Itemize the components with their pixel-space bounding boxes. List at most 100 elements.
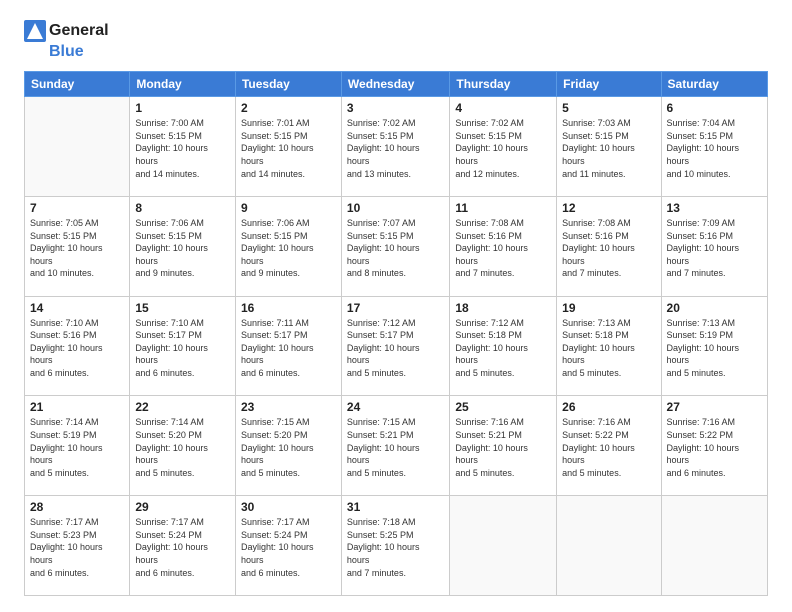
day-cell: 1 Sunrise: 7:00 AMSunset: 5:15 PMDayligh… bbox=[130, 97, 236, 197]
day-info: Sunrise: 7:13 AMSunset: 5:19 PMDaylight:… bbox=[667, 317, 762, 380]
day-header-monday: Monday bbox=[130, 72, 236, 97]
day-number: 26 bbox=[562, 400, 655, 414]
logo-blue: Blue bbox=[49, 42, 84, 61]
day-number: 27 bbox=[667, 400, 762, 414]
day-info: Sunrise: 7:00 AMSunset: 5:15 PMDaylight:… bbox=[135, 117, 230, 180]
day-cell: 14 Sunrise: 7:10 AMSunset: 5:16 PMDaylig… bbox=[25, 296, 130, 396]
day-number: 9 bbox=[241, 201, 336, 215]
day-info: Sunrise: 7:05 AMSunset: 5:15 PMDaylight:… bbox=[30, 217, 124, 280]
day-number: 17 bbox=[347, 301, 444, 315]
day-cell: 3 Sunrise: 7:02 AMSunset: 5:15 PMDayligh… bbox=[341, 97, 449, 197]
day-cell: 4 Sunrise: 7:02 AMSunset: 5:15 PMDayligh… bbox=[450, 97, 557, 197]
day-cell: 7 Sunrise: 7:05 AMSunset: 5:15 PMDayligh… bbox=[25, 196, 130, 296]
day-info: Sunrise: 7:13 AMSunset: 5:18 PMDaylight:… bbox=[562, 317, 655, 380]
day-number: 11 bbox=[455, 201, 551, 215]
day-cell: 28 Sunrise: 7:17 AMSunset: 5:23 PMDaylig… bbox=[25, 496, 130, 596]
day-info: Sunrise: 7:08 AMSunset: 5:16 PMDaylight:… bbox=[562, 217, 655, 280]
week-row-4: 28 Sunrise: 7:17 AMSunset: 5:23 PMDaylig… bbox=[25, 496, 768, 596]
day-cell: 29 Sunrise: 7:17 AMSunset: 5:24 PMDaylig… bbox=[130, 496, 236, 596]
day-number: 6 bbox=[667, 101, 762, 115]
day-header-wednesday: Wednesday bbox=[341, 72, 449, 97]
day-info: Sunrise: 7:15 AMSunset: 5:21 PMDaylight:… bbox=[347, 416, 444, 479]
day-info: Sunrise: 7:17 AMSunset: 5:24 PMDaylight:… bbox=[241, 516, 336, 579]
logo-general: General bbox=[49, 21, 109, 40]
day-cell: 25 Sunrise: 7:16 AMSunset: 5:21 PMDaylig… bbox=[450, 396, 557, 496]
day-header-sunday: Sunday bbox=[25, 72, 130, 97]
day-number: 22 bbox=[135, 400, 230, 414]
days-header-row: SundayMondayTuesdayWednesdayThursdayFrid… bbox=[25, 72, 768, 97]
day-cell: 15 Sunrise: 7:10 AMSunset: 5:17 PMDaylig… bbox=[130, 296, 236, 396]
logo: General Blue bbox=[24, 20, 109, 61]
day-info: Sunrise: 7:04 AMSunset: 5:15 PMDaylight:… bbox=[667, 117, 762, 180]
day-cell: 8 Sunrise: 7:06 AMSunset: 5:15 PMDayligh… bbox=[130, 196, 236, 296]
day-info: Sunrise: 7:10 AMSunset: 5:17 PMDaylight:… bbox=[135, 317, 230, 380]
day-cell: 5 Sunrise: 7:03 AMSunset: 5:15 PMDayligh… bbox=[557, 97, 661, 197]
day-cell: 11 Sunrise: 7:08 AMSunset: 5:16 PMDaylig… bbox=[450, 196, 557, 296]
day-number: 2 bbox=[241, 101, 336, 115]
day-header-friday: Friday bbox=[557, 72, 661, 97]
day-info: Sunrise: 7:09 AMSunset: 5:16 PMDaylight:… bbox=[667, 217, 762, 280]
day-info: Sunrise: 7:11 AMSunset: 5:17 PMDaylight:… bbox=[241, 317, 336, 380]
day-info: Sunrise: 7:02 AMSunset: 5:15 PMDaylight:… bbox=[455, 117, 551, 180]
calendar-table: SundayMondayTuesdayWednesdayThursdayFrid… bbox=[24, 71, 768, 596]
day-number: 19 bbox=[562, 301, 655, 315]
day-cell: 9 Sunrise: 7:06 AMSunset: 5:15 PMDayligh… bbox=[235, 196, 341, 296]
day-info: Sunrise: 7:06 AMSunset: 5:15 PMDaylight:… bbox=[241, 217, 336, 280]
day-cell: 26 Sunrise: 7:16 AMSunset: 5:22 PMDaylig… bbox=[557, 396, 661, 496]
day-cell: 10 Sunrise: 7:07 AMSunset: 5:15 PMDaylig… bbox=[341, 196, 449, 296]
day-info: Sunrise: 7:01 AMSunset: 5:15 PMDaylight:… bbox=[241, 117, 336, 180]
day-cell: 30 Sunrise: 7:17 AMSunset: 5:24 PMDaylig… bbox=[235, 496, 341, 596]
day-info: Sunrise: 7:17 AMSunset: 5:23 PMDaylight:… bbox=[30, 516, 124, 579]
day-cell: 21 Sunrise: 7:14 AMSunset: 5:19 PMDaylig… bbox=[25, 396, 130, 496]
day-number: 16 bbox=[241, 301, 336, 315]
day-cell: 22 Sunrise: 7:14 AMSunset: 5:20 PMDaylig… bbox=[130, 396, 236, 496]
week-row-3: 21 Sunrise: 7:14 AMSunset: 5:19 PMDaylig… bbox=[25, 396, 768, 496]
day-number: 21 bbox=[30, 400, 124, 414]
day-cell: 17 Sunrise: 7:12 AMSunset: 5:17 PMDaylig… bbox=[341, 296, 449, 396]
day-number: 1 bbox=[135, 101, 230, 115]
day-info: Sunrise: 7:08 AMSunset: 5:16 PMDaylight:… bbox=[455, 217, 551, 280]
day-info: Sunrise: 7:15 AMSunset: 5:20 PMDaylight:… bbox=[241, 416, 336, 479]
day-number: 28 bbox=[30, 500, 124, 514]
day-info: Sunrise: 7:17 AMSunset: 5:24 PMDaylight:… bbox=[135, 516, 230, 579]
day-cell: 20 Sunrise: 7:13 AMSunset: 5:19 PMDaylig… bbox=[661, 296, 767, 396]
week-row-0: 1 Sunrise: 7:00 AMSunset: 5:15 PMDayligh… bbox=[25, 97, 768, 197]
day-number: 15 bbox=[135, 301, 230, 315]
day-cell: 23 Sunrise: 7:15 AMSunset: 5:20 PMDaylig… bbox=[235, 396, 341, 496]
day-number: 24 bbox=[347, 400, 444, 414]
day-number: 7 bbox=[30, 201, 124, 215]
day-info: Sunrise: 7:14 AMSunset: 5:19 PMDaylight:… bbox=[30, 416, 124, 479]
day-cell: 2 Sunrise: 7:01 AMSunset: 5:15 PMDayligh… bbox=[235, 97, 341, 197]
day-info: Sunrise: 7:07 AMSunset: 5:15 PMDaylight:… bbox=[347, 217, 444, 280]
day-number: 5 bbox=[562, 101, 655, 115]
day-number: 13 bbox=[667, 201, 762, 215]
day-cell: 24 Sunrise: 7:15 AMSunset: 5:21 PMDaylig… bbox=[341, 396, 449, 496]
day-cell bbox=[25, 97, 130, 197]
day-cell bbox=[661, 496, 767, 596]
day-number: 8 bbox=[135, 201, 230, 215]
day-number: 23 bbox=[241, 400, 336, 414]
day-number: 31 bbox=[347, 500, 444, 514]
day-number: 4 bbox=[455, 101, 551, 115]
day-info: Sunrise: 7:14 AMSunset: 5:20 PMDaylight:… bbox=[135, 416, 230, 479]
day-number: 3 bbox=[347, 101, 444, 115]
day-number: 12 bbox=[562, 201, 655, 215]
day-number: 18 bbox=[455, 301, 551, 315]
day-cell: 12 Sunrise: 7:08 AMSunset: 5:16 PMDaylig… bbox=[557, 196, 661, 296]
day-cell: 18 Sunrise: 7:12 AMSunset: 5:18 PMDaylig… bbox=[450, 296, 557, 396]
day-info: Sunrise: 7:02 AMSunset: 5:15 PMDaylight:… bbox=[347, 117, 444, 180]
day-cell bbox=[450, 496, 557, 596]
logo-shape bbox=[24, 20, 46, 42]
day-info: Sunrise: 7:10 AMSunset: 5:16 PMDaylight:… bbox=[30, 317, 124, 380]
day-info: Sunrise: 7:16 AMSunset: 5:22 PMDaylight:… bbox=[562, 416, 655, 479]
day-number: 20 bbox=[667, 301, 762, 315]
week-row-1: 7 Sunrise: 7:05 AMSunset: 5:15 PMDayligh… bbox=[25, 196, 768, 296]
day-number: 10 bbox=[347, 201, 444, 215]
day-number: 30 bbox=[241, 500, 336, 514]
day-header-tuesday: Tuesday bbox=[235, 72, 341, 97]
day-number: 14 bbox=[30, 301, 124, 315]
week-row-2: 14 Sunrise: 7:10 AMSunset: 5:16 PMDaylig… bbox=[25, 296, 768, 396]
day-header-thursday: Thursday bbox=[450, 72, 557, 97]
day-cell bbox=[557, 496, 661, 596]
day-cell: 6 Sunrise: 7:04 AMSunset: 5:15 PMDayligh… bbox=[661, 97, 767, 197]
